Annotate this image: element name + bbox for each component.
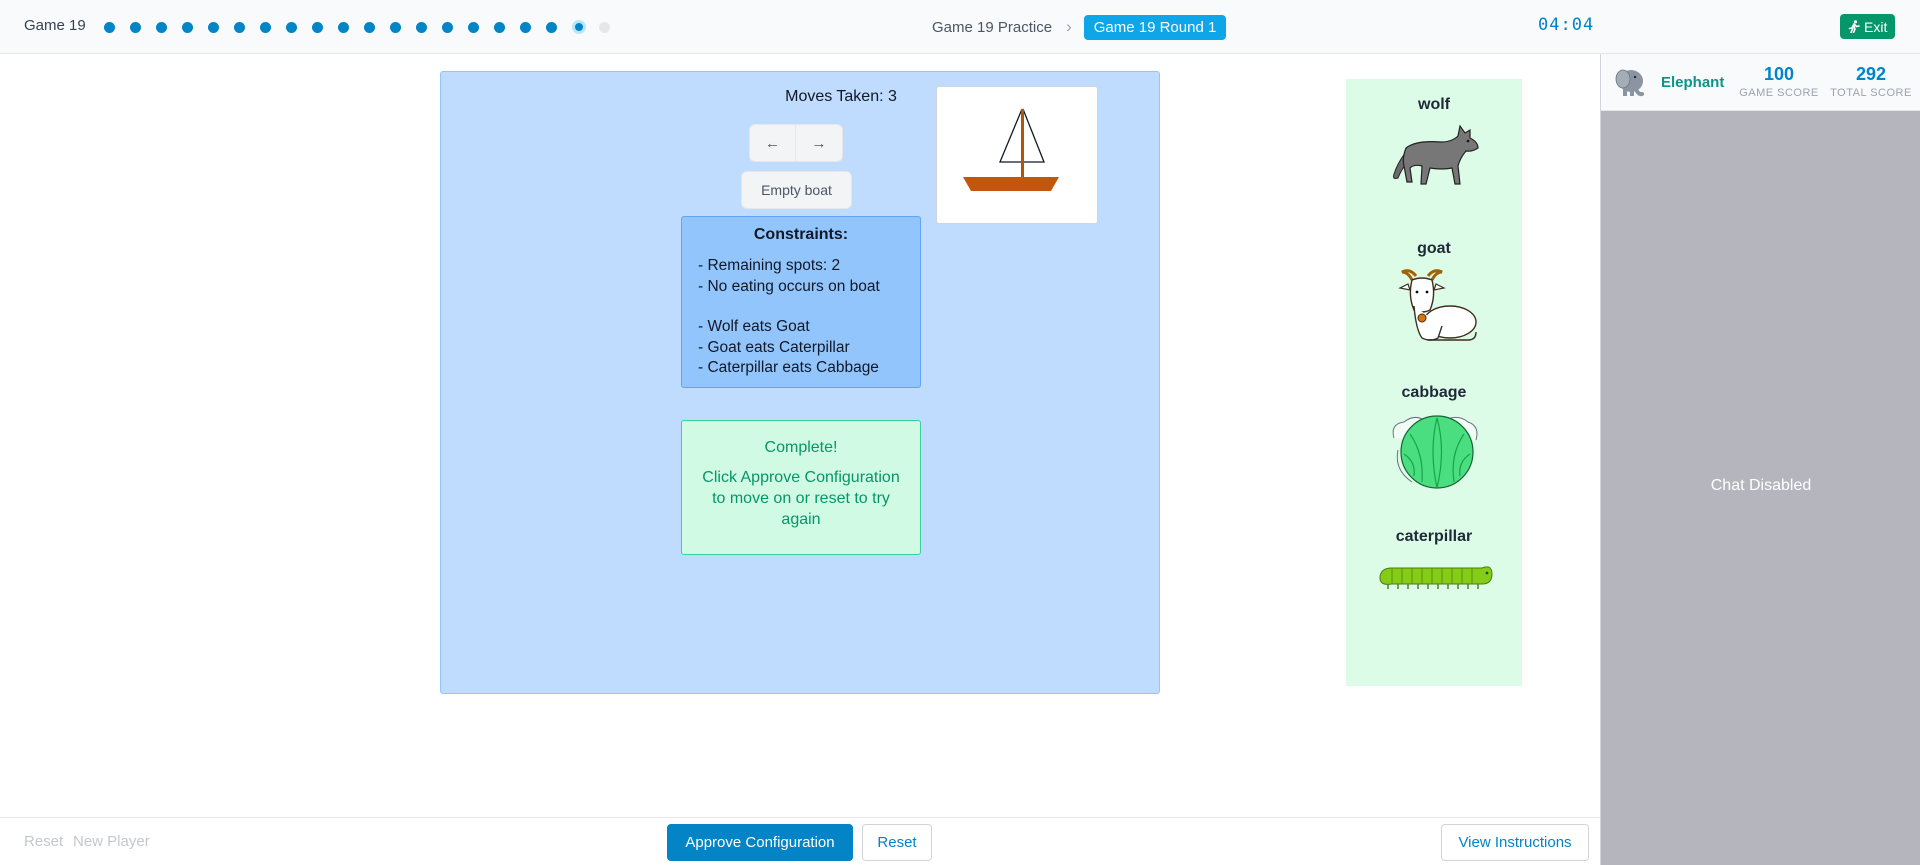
boat-area[interactable] [936, 86, 1098, 224]
bank-item-cabbage[interactable]: cabbage [1346, 384, 1522, 494]
completion-message: Complete! Click Approve Configuration to… [681, 420, 921, 555]
progress-dot-completed [338, 21, 349, 33]
breadcrumb-practice[interactable]: Game 19 Practice [932, 19, 1052, 36]
wolf-icon [1393, 124, 1479, 185]
progress-dot-completed [260, 21, 271, 33]
chat-side-panel: Elephant 100 GAME SCORE 292 TOTAL SCORE … [1600, 54, 1920, 865]
caterpillar-icon [1379, 566, 1493, 589]
progress-dots [104, 20, 625, 34]
progress-dot-completed [208, 21, 219, 33]
move-left-button[interactable]: ← [749, 124, 796, 162]
progress-dot-completed [468, 21, 479, 33]
approve-configuration-button[interactable]: Approve Configuration [667, 824, 853, 861]
progress-dot-completed [520, 21, 531, 33]
item-label: goat [1417, 240, 1451, 257]
reset-link[interactable]: Reset [24, 833, 63, 850]
reset-button[interactable]: Reset [862, 824, 932, 861]
progress-dot-completed [156, 21, 167, 33]
item-label: caterpillar [1395, 528, 1473, 545]
constraints-panel: Constraints: - Remaining spots: 2 - No e… [681, 216, 921, 388]
countdown-timer: 04:04 [1538, 15, 1595, 35]
sailboat-icon [963, 108, 1059, 191]
view-instructions-button[interactable]: View Instructions [1441, 824, 1589, 861]
breadcrumb: Game 19 Practice › Game 19 Round 1 [932, 14, 1227, 40]
constraint-rule: - Goat eats Caterpillar [698, 338, 850, 356]
elephant-icon [1615, 69, 1644, 97]
completion-text: Click Approve Configuration to move on o… [702, 469, 900, 528]
player-score-header: Elephant 100 GAME SCORE 292 TOTAL SCORE [1601, 54, 1920, 111]
game-board: Moves Taken: 3 ← → Empty boat Constraint… [440, 71, 1160, 694]
progress-dot-completed [286, 21, 297, 33]
total-score-label: TOTAL SCORE [1830, 87, 1912, 99]
progress-dot-completed [546, 21, 557, 33]
empty-boat-button[interactable]: Empty boat [741, 171, 852, 209]
right-bank: wolf goat cabbage caterpillar [1346, 79, 1522, 686]
bank-item-wolf[interactable]: wolf [1346, 96, 1522, 190]
running-person-icon [1848, 20, 1860, 33]
goat-icon [1398, 269, 1477, 341]
progress-dot-completed [234, 21, 245, 33]
arrow-right-icon: → [811, 134, 827, 152]
game-score-value: 100 [1763, 64, 1795, 84]
game-label: Game 19 [24, 17, 86, 34]
progress-dot-completed [442, 21, 453, 33]
item-label: cabbage [1401, 384, 1467, 401]
progress-dot-completed [364, 21, 375, 33]
new-player-link[interactable]: New Player [73, 833, 150, 850]
progress-dot-completed [130, 21, 141, 33]
progress-dot-completed [182, 21, 193, 33]
footer-bar: Reset New Player Approve Configuration R… [0, 817, 1600, 865]
constraints-title: Constraints: [753, 226, 849, 243]
total-score: 292 TOTAL SCORE [1825, 64, 1917, 99]
moves-counter: Moves Taken: 3 [785, 88, 897, 105]
item-label: wolf [1418, 96, 1450, 113]
progress-dot-completed [416, 21, 427, 33]
game-score-label: GAME SCORE [1739, 87, 1819, 99]
constraint-rule: - Wolf eats Goat [698, 318, 810, 335]
exit-button[interactable]: Exit [1840, 14, 1896, 39]
progress-dot-completed [494, 21, 505, 33]
completion-heading: Complete! [764, 439, 838, 456]
breadcrumb-current-round: Game 19 Round 1 [1083, 14, 1227, 40]
constraint-rule: - No eating occurs on boat [698, 277, 880, 295]
boat-direction-controls: ← → [749, 124, 843, 162]
arrow-left-icon: ← [765, 134, 780, 152]
player-name: Elephant [1661, 74, 1725, 91]
chevron-right-icon: › [1066, 17, 1072, 36]
exit-label: Exit [1864, 18, 1888, 35]
game-score: 100 GAME SCORE [1737, 64, 1821, 99]
constraint-rule: - Remaining spots: 2 [698, 257, 841, 274]
constraint-rule: - Caterpillar eats Cabbage [698, 359, 879, 376]
move-right-button[interactable]: → [796, 124, 843, 162]
cabbage-icon [1392, 415, 1478, 489]
bank-item-goat[interactable]: goat [1346, 240, 1522, 350]
chat-disabled-message: Chat Disabled [1710, 477, 1812, 494]
progress-dot-pending [599, 21, 610, 33]
total-score-value: 292 [1855, 64, 1887, 84]
progress-dot-completed [390, 21, 401, 33]
bank-item-caterpillar[interactable]: caterpillar [1346, 528, 1522, 594]
top-bar: Game 19 Game 19 Practice › Game 19 Round… [0, 0, 1920, 54]
progress-dot-completed [104, 21, 115, 33]
progress-dot-current [572, 20, 586, 34]
progress-dot-completed [312, 21, 323, 33]
